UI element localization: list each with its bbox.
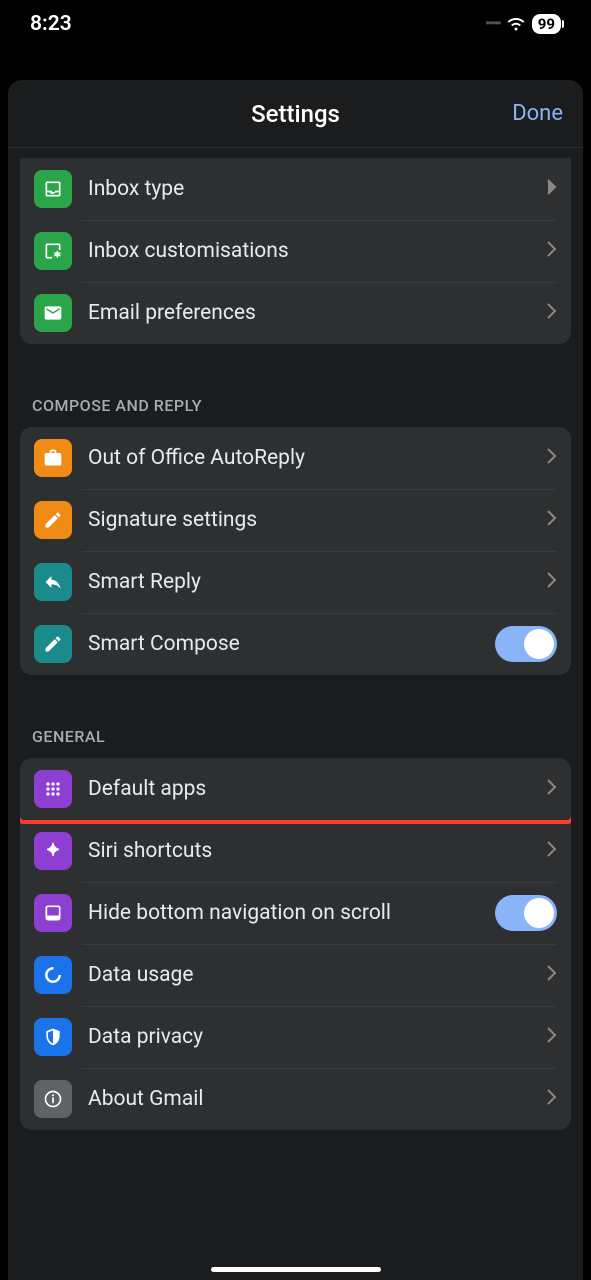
row-label: Data usage [88,962,547,988]
chevron-right-icon [547,572,557,592]
apps-grid-icon [34,770,72,808]
row-label: Email preferences [88,300,547,326]
chevron-right-icon [547,179,557,199]
status-time: 8:23 [30,12,72,36]
about-gmail-row[interactable]: About Gmail [20,1068,571,1130]
chevron-right-icon [547,448,557,468]
row-label: Data privacy [88,1024,547,1050]
hide-nav-row[interactable]: Hide bottom navigation on scroll [20,882,571,944]
chevron-right-icon [547,1089,557,1109]
signal-dots: ••••• [485,16,500,32]
hide-nav-toggle[interactable] [495,895,557,931]
done-button[interactable]: Done [512,101,563,126]
row-label: Hide bottom navigation on scroll [88,900,495,926]
home-indicator[interactable] [211,1267,381,1272]
signature-settings-row[interactable]: Signature settings [20,489,571,551]
compose-group: Out of Office AutoReply Signature settin… [20,427,571,675]
row-label: Smart Compose [88,631,495,657]
inbox-type-icon [34,170,72,208]
default-apps-row[interactable]: Default apps [20,758,571,824]
sheet-header: Settings Done [8,80,583,148]
row-label: Default apps [88,776,547,802]
chevron-right-icon [547,779,557,799]
chevron-right-icon [547,965,557,985]
row-label: Smart Reply [88,569,547,595]
chevron-right-icon [547,841,557,861]
row-label: Signature settings [88,507,547,533]
email-preferences-row[interactable]: Email preferences [20,282,571,344]
page-title: Settings [251,100,340,128]
siri-icon [34,832,72,870]
inbox-type-row[interactable]: Inbox type [20,158,571,220]
row-label: Inbox type [88,176,547,202]
bottom-nav-icon [34,894,72,932]
chevron-right-icon [547,1027,557,1047]
status-bar: 8:23 ••••• 99 [0,0,591,44]
general-group: Default apps Siri shortcuts Hide bottom … [20,758,571,1130]
section-header-general: GENERAL [20,705,571,758]
inbox-customisations-icon [34,232,72,270]
wifi-icon [506,16,526,32]
pen-icon [34,501,72,539]
compose-icon [34,625,72,663]
row-label: Siri shortcuts [88,838,547,864]
settings-sheet: Settings Done Inbox type [8,80,583,1280]
briefcase-icon [34,439,72,477]
row-label: Out of Office AutoReply [88,445,547,471]
shield-icon [34,1018,72,1056]
info-icon [34,1080,72,1118]
data-usage-icon [34,956,72,994]
row-label: Inbox customisations [88,238,547,264]
smart-compose-toggle[interactable] [495,626,557,662]
battery-level: 99 [532,14,561,34]
reply-icon [34,563,72,601]
row-label: About Gmail [88,1086,547,1112]
chevron-right-icon [547,510,557,530]
email-icon [34,294,72,332]
chevron-right-icon [547,241,557,261]
smart-reply-row[interactable]: Smart Reply [20,551,571,613]
section-header-compose: COMPOSE AND REPLY [20,374,571,427]
inbox-customisations-row[interactable]: Inbox customisations [20,220,571,282]
data-usage-row[interactable]: Data usage [20,944,571,1006]
inbox-group: Inbox type Inbox customisations [20,158,571,344]
out-of-office-row[interactable]: Out of Office AutoReply [20,427,571,489]
data-privacy-row[interactable]: Data privacy [20,1006,571,1068]
smart-compose-row[interactable]: Smart Compose [20,613,571,675]
chevron-right-icon [547,303,557,323]
siri-shortcuts-row[interactable]: Siri shortcuts [20,820,571,882]
